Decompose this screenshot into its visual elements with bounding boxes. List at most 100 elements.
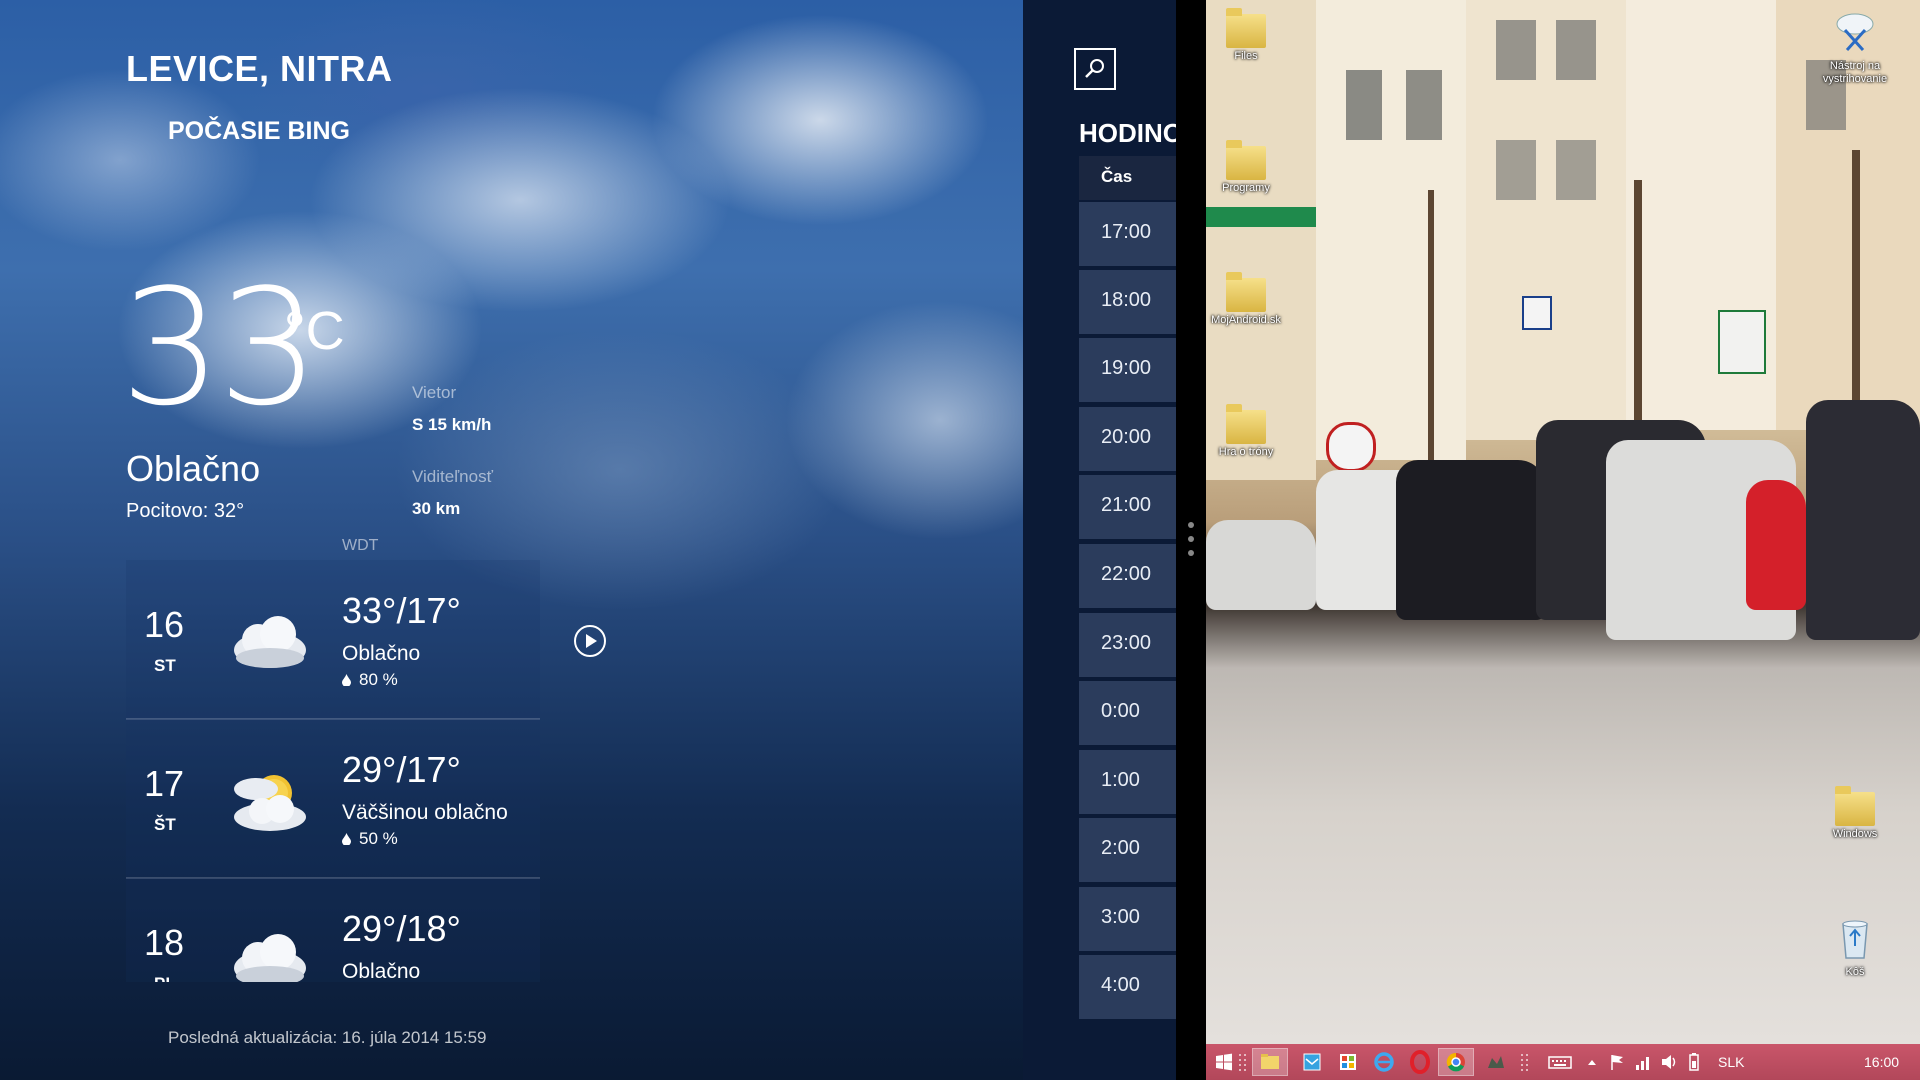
internet-explorer-icon[interactable] [1370, 1048, 1398, 1076]
forecast-day-number: 16 [144, 604, 185, 645]
wallpaper-building [1316, 0, 1466, 460]
folder-icon [1226, 140, 1266, 180]
forecast-precipitation: 80 % [342, 670, 398, 690]
wallpaper-window [1556, 140, 1596, 200]
taskbar-clock[interactable]: 16:00 [1864, 1054, 1899, 1070]
last-update: Posledná aktualizácia: 16. júla 2014 15:… [168, 1028, 487, 1047]
app-subtitle: POČASIE BING [168, 117, 350, 145]
wind-label: Vietor [412, 383, 457, 402]
keyboard-icon[interactable] [1546, 1048, 1574, 1076]
wallpaper-window [1496, 20, 1536, 80]
taskbar: SLK 16:00 [1206, 1044, 1920, 1080]
hour-cell[interactable]: 0:00 [1079, 681, 1176, 745]
time-column-header: Čas [1079, 156, 1176, 200]
volume-icon[interactable] [1658, 1048, 1680, 1076]
snap-splitter[interactable] [1176, 0, 1206, 1080]
splitter-grip [1188, 550, 1194, 556]
visibility-label: Viditeľnosť [412, 467, 493, 486]
flag-icon[interactable] [1606, 1048, 1628, 1076]
forecast-high-low: 29°/17° [342, 749, 461, 790]
mail-icon[interactable] [1298, 1048, 1326, 1076]
hour-cell[interactable]: 17:00 [1079, 202, 1176, 266]
forecast-precipitation: 50 % [342, 829, 398, 849]
wallpaper-window [1556, 20, 1596, 80]
folder-icon [1226, 272, 1266, 312]
cloud-icon [234, 616, 306, 668]
folder-icon [1226, 404, 1266, 444]
hour-cell[interactable]: 4:00 [1079, 955, 1176, 1019]
hour-cell[interactable]: 22:00 [1079, 544, 1176, 608]
desktop-icon-programy[interactable]: Programy [1211, 140, 1281, 195]
app-icon[interactable] [1482, 1048, 1510, 1076]
daily-forecast-list: 16 ST 33°/17° Oblačno 80 % 17 ŠT 29°/17°… [126, 560, 540, 982]
desktop: Files Programy MojAndroid.sk Hra o tróny… [1206, 0, 1920, 1044]
recycle-bin-icon [1842, 920, 1868, 959]
battery-icon[interactable] [1684, 1048, 1704, 1076]
taskbar-grip-icon [1239, 1054, 1246, 1071]
data-provider: WDT [342, 537, 379, 554]
wallpaper-car [1206, 520, 1316, 610]
raindrop-icon [342, 674, 351, 686]
wallpaper-scooter [1746, 480, 1806, 610]
hour-cell[interactable]: 21:00 [1079, 475, 1176, 539]
desktop-icon-snipping-tool[interactable]: Nástroj na vystrihovanie [1810, 10, 1900, 86]
hour-cell[interactable]: 18:00 [1079, 270, 1176, 334]
hour-cell[interactable]: 1:00 [1079, 750, 1176, 814]
chrome-button[interactable] [1438, 1048, 1474, 1076]
network-icon[interactable] [1632, 1048, 1654, 1076]
temperature-unit[interactable]: °C [284, 300, 345, 362]
forecast-day-number: 18 [144, 922, 185, 963]
hour-cell[interactable]: 3:00 [1079, 887, 1176, 951]
hour-cell[interactable]: 20:00 [1079, 407, 1176, 471]
wallpaper-window [1496, 140, 1536, 200]
desktop-icon-recycle-bin[interactable]: Kôš [1820, 916, 1890, 979]
forecast-condition: Oblačno [342, 960, 421, 982]
forecast-day[interactable]: 16 ST 33°/17° Oblačno 80 % [126, 560, 540, 720]
language-indicator[interactable]: SLK [1718, 1054, 1744, 1070]
splitter-grip [1188, 536, 1194, 542]
opera-icon[interactable] [1406, 1048, 1434, 1076]
desktop-icon-files[interactable]: Files [1211, 8, 1281, 63]
chrome-icon [1446, 1052, 1465, 1072]
wallpaper-car [1396, 460, 1546, 620]
feels-like: Pocitovo: 32° [126, 500, 245, 522]
forecast-day-number: 17 [144, 763, 185, 804]
folder-icon [1835, 786, 1875, 826]
search-button[interactable] [1074, 48, 1116, 90]
wallpaper-sign [1718, 310, 1766, 374]
wallpaper-window [1346, 70, 1382, 140]
wallpaper-street-sign [1206, 207, 1316, 227]
hour-cell[interactable]: 19:00 [1079, 338, 1176, 402]
hour-cell[interactable]: 23:00 [1079, 613, 1176, 677]
current-condition: Oblačno [126, 448, 261, 489]
forecast-weekday: ŠT [154, 815, 176, 834]
wallpaper-sign [1522, 296, 1552, 330]
start-button[interactable] [1210, 1048, 1238, 1076]
wallpaper-building [1466, 0, 1626, 440]
forecast-condition: Väčšinou oblačno [342, 801, 508, 824]
location-title[interactable]: LEVICE, NITRA [126, 48, 393, 90]
file-explorer-icon [1261, 1054, 1279, 1069]
search-icon [1085, 59, 1104, 78]
sun-cloud-icon [234, 775, 306, 831]
forecast-condition: Oblačno [342, 642, 421, 665]
visibility-value: 30 km [412, 499, 461, 518]
desktop-icon-mojandroid[interactable]: MojAndroid.sk [1211, 272, 1281, 327]
forecast-day[interactable]: 17 ŠT 29°/17° Väčšinou oblačno 50 % [126, 719, 540, 879]
clock-title: HODINO [1079, 118, 1176, 148]
desktop-icon-windows[interactable]: Windows [1820, 786, 1890, 841]
taskbar-grip-icon [1521, 1054, 1528, 1071]
chevron-up-icon[interactable] [1582, 1048, 1602, 1076]
forecast-weekday: ST [154, 656, 176, 675]
store-icon[interactable] [1334, 1048, 1362, 1076]
clock-app: HODINO Čas 17:00 18:00 19:00 20:00 21:00… [1023, 0, 1176, 1080]
raindrop-icon [342, 833, 351, 845]
play-icon[interactable] [573, 624, 607, 658]
hour-cell[interactable]: 2:00 [1079, 818, 1176, 882]
wallpaper-sign [1326, 422, 1376, 472]
wallpaper-tree [1634, 180, 1642, 430]
file-explorer-button[interactable] [1252, 1048, 1288, 1076]
weather-app: LEVICE, NITRA POČASIE BING 33 °C Oblačno… [0, 0, 1023, 1080]
forecast-day[interactable]: 18 PI 29°/18° Oblačno [126, 878, 540, 982]
desktop-icon-hra-o-trony[interactable]: Hra o tróny [1211, 404, 1281, 459]
